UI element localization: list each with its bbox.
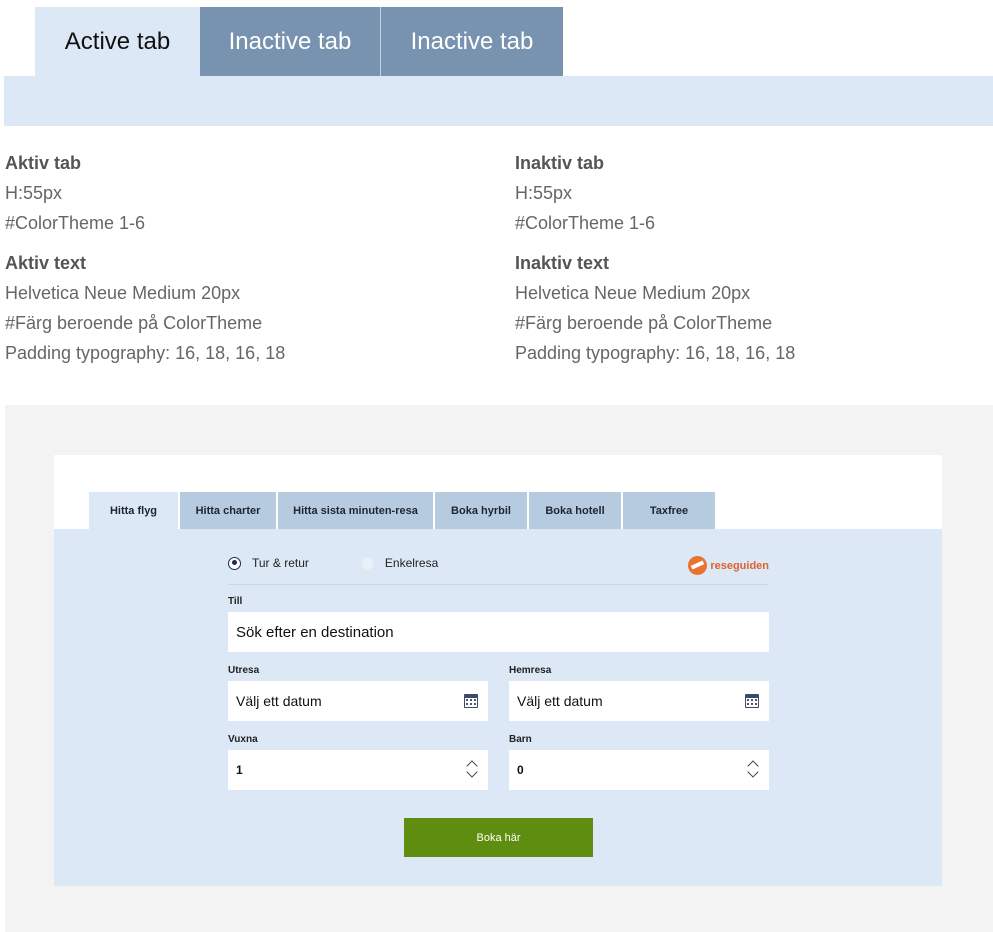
calendar-icon[interactable] [464,694,478,708]
booking-widget: Hitta flyg Hitta charter Hitta sista min… [54,455,942,886]
spec-active: Aktiv tab H:55px #ColorTheme 1-6 Aktiv t… [5,148,285,368]
children-label: Barn [509,734,532,745]
destination-input[interactable]: Sök efter en destination [228,612,769,652]
radio-round-trip[interactable]: Tur & retur [228,556,309,570]
book-button[interactable]: Boka här [404,818,593,857]
spec-heading: Aktiv tab [5,153,82,173]
demo-active-tab[interactable]: Active tab [35,7,200,76]
spec-line: Padding typography: 16, 18, 16, 18 [515,343,796,363]
spec-line: #Färg beroende på ColorTheme [5,313,263,333]
spec-line: Helvetica Neue Medium 20px [515,283,751,303]
calendar-icon[interactable] [745,694,759,708]
demo-inactive-tab[interactable]: Inactive tab [200,7,380,76]
children-stepper[interactable]: 0 [509,750,769,790]
radio-unchecked-icon [360,556,374,570]
depart-label: Utresa [228,665,260,676]
demo-tab-panel-bar [4,76,993,126]
demo-tab-bar: Active tab Inactive tab Inactive tab [35,7,563,76]
destination-placeholder: Sök efter en destination [236,623,394,641]
spec-line: H:55px [515,183,573,203]
widget-panel: Tur & retur Enkelresa reseguiden Till Sö… [54,529,942,886]
spec-line: #Färg beroende på ColorTheme [515,313,773,333]
radio-checked-icon [228,556,241,570]
radio-label: Enkelresa [384,556,439,570]
tab-boka-hotell[interactable]: Boka hotell [529,492,623,529]
depart-date-input[interactable]: Välj ett datum [228,681,488,721]
spec-heading: Aktiv text [5,253,87,273]
example-area: Hitta flyg Hitta charter Hitta sista min… [5,405,993,932]
radio-label: Tur & retur [252,556,309,570]
spec-line: Padding typography: 16, 18, 16, 18 [5,343,286,363]
return-label: Hemresa [509,665,552,676]
tab-boka-hyrbil[interactable]: Boka hyrbil [435,492,529,529]
spec-line: #ColorTheme 1-6 [515,213,656,233]
widget-tab-bar: Hitta flyg Hitta charter Hitta sista min… [89,492,715,529]
spec-heading: Inaktiv tab [515,153,605,173]
brand-name: reseguiden [710,559,769,572]
to-label: Till [228,596,243,607]
reseguiden-logo: reseguiden [688,556,769,575]
tab-hitta-charter[interactable]: Hitta charter [180,492,278,529]
stepper-arrows-icon[interactable] [466,759,478,781]
return-date-input[interactable]: Välj ett datum [509,681,769,721]
tab-taxfree[interactable]: Taxfree [623,492,715,529]
depart-date-placeholder: Välj ett datum [236,693,322,709]
adults-label: Vuxna [228,734,258,745]
spec-line: Helvetica Neue Medium 20px [5,283,241,303]
stepper-arrows-icon[interactable] [747,759,759,781]
demo-inactive-tab[interactable]: Inactive tab [380,7,563,76]
children-value: 0 [517,763,524,777]
trip-type-group: Tur & retur Enkelresa reseguiden [228,556,769,585]
spec-heading: Inaktiv text [515,253,610,273]
radio-one-way[interactable]: Enkelresa [360,556,439,570]
spec-line: #ColorTheme 1-6 [5,213,146,233]
spec-inactive: Inaktiv tab H:55px #ColorTheme 1-6 Inakt… [515,148,795,368]
tab-hitta-sista-minuten-resa[interactable]: Hitta sista minuten-resa [278,492,435,529]
plane-logo-icon [688,556,708,575]
adults-value: 1 [236,763,243,777]
tab-hitta-flyg[interactable]: Hitta flyg [89,492,180,529]
spec-line: H:55px [5,183,63,203]
adults-stepper[interactable]: 1 [228,750,488,790]
return-date-placeholder: Välj ett datum [517,693,603,709]
